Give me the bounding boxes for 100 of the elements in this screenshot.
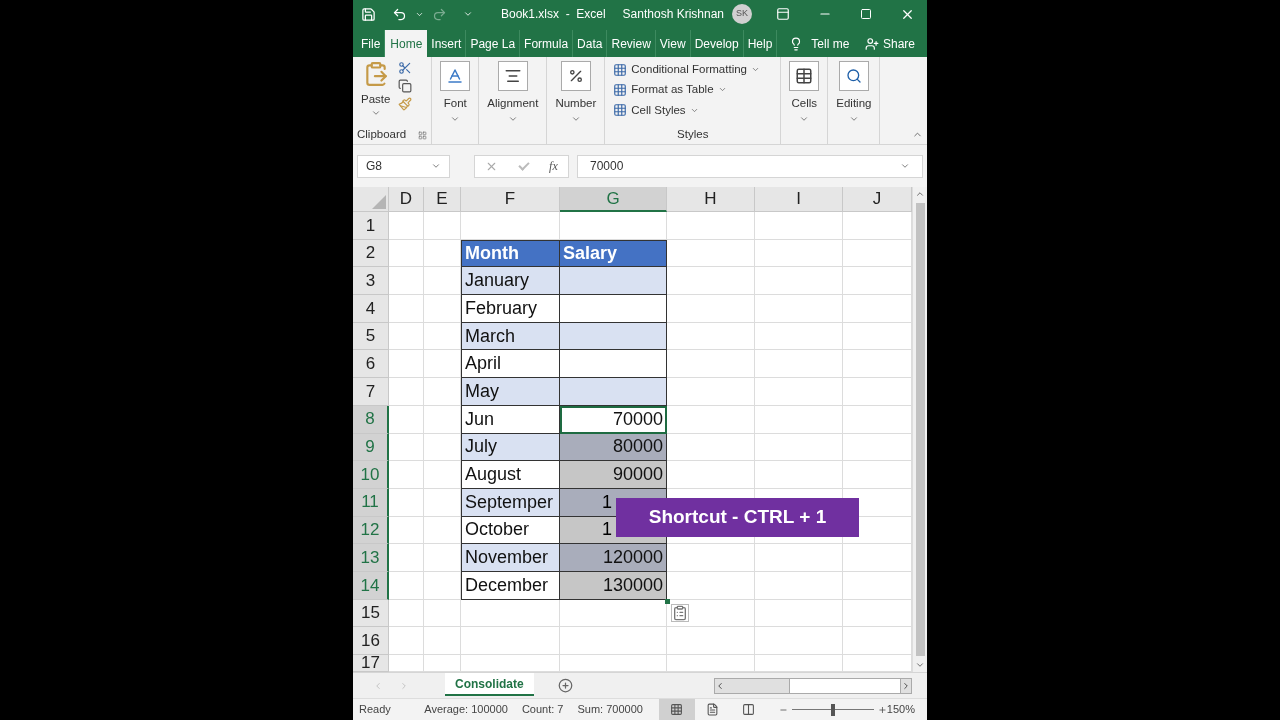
fill-handle[interactable] (665, 599, 670, 604)
launcher-icon[interactable] (418, 130, 428, 140)
normal-view-icon (670, 703, 684, 716)
save-icon[interactable] (361, 6, 376, 22)
table-cell: February (461, 295, 560, 323)
horizontal-scrollbar[interactable] (714, 678, 912, 694)
table-cell: August (461, 461, 560, 489)
insert-function-button[interactable]: fx (549, 157, 558, 175)
styles-icon (613, 62, 628, 77)
row-header[interactable]: 2 (353, 239, 389, 268)
column-header[interactable]: H (667, 187, 755, 212)
grid-cell[interactable] (560, 322, 667, 351)
styles-menu-button[interactable]: Conditional Formatting (613, 61, 773, 79)
sheet-tab[interactable]: Consolidate (445, 673, 534, 696)
cells-button[interactable]: Cells (781, 57, 828, 144)
zoom-thumb[interactable] (830, 703, 835, 716)
row-header[interactable]: 15 (353, 599, 389, 628)
styles-icon (613, 103, 628, 118)
status-sum: Sum: 700000 (577, 702, 643, 718)
tell-me-field[interactable]: Tell me (803, 30, 858, 57)
row-header[interactable]: 9 (353, 433, 389, 462)
grid-cell[interactable] (560, 378, 667, 406)
paste-button[interactable]: Paste (357, 57, 395, 126)
caret-icon (431, 161, 441, 171)
table-icon (795, 67, 814, 85)
row-header[interactable]: 1 (353, 212, 389, 240)
undo-icon[interactable] (392, 6, 407, 22)
next-sheet-icon[interactable] (399, 681, 409, 691)
row-header[interactable]: 12 (353, 516, 389, 545)
table-cell: Salary (560, 239, 667, 268)
status-text: Ready (359, 702, 392, 718)
grid-cell[interactable] (560, 267, 667, 296)
row-header[interactable]: 17 (353, 655, 389, 672)
row-header[interactable]: 7 (353, 378, 389, 406)
group-label: Styles (676, 127, 710, 142)
search-icon (845, 68, 862, 84)
table-cell: Septemper (461, 488, 560, 517)
vertical-scrollbar[interactable] (912, 187, 927, 672)
select-all-corner[interactable] (353, 187, 389, 212)
column-header[interactable]: E (424, 187, 461, 212)
scroll-left-icon[interactable] (715, 681, 725, 691)
styles-menu-button[interactable]: Format as Table (613, 81, 773, 99)
column-header[interactable]: G (560, 187, 667, 212)
row-header[interactable]: 5 (353, 322, 389, 351)
grid-cell[interactable] (560, 350, 667, 379)
row-header[interactable]: 8 (353, 405, 389, 434)
copy-icon[interactable] (398, 79, 413, 93)
table-cell: December (461, 571, 560, 600)
row-header[interactable]: 11 (353, 488, 389, 517)
maximize-icon[interactable] (860, 8, 872, 20)
scroll-up-icon[interactable] (915, 189, 925, 199)
row-header[interactable]: 16 (353, 627, 389, 655)
table-cell: April (461, 350, 560, 379)
table-cell: January (461, 267, 560, 296)
table-cell: May (461, 378, 560, 406)
row-header[interactable]: 13 (353, 544, 389, 572)
font-button[interactable]: Font (432, 57, 479, 144)
row-header[interactable]: 6 (353, 350, 389, 379)
editing-button[interactable]: Editing (828, 57, 880, 144)
user-name: Santhosh Krishnan (622, 6, 724, 23)
table-cell: 120000 (560, 544, 667, 572)
zoom-level[interactable]: 150% (886, 701, 915, 718)
zoom-in-icon[interactable] (877, 704, 887, 715)
scroll-down-icon[interactable] (915, 660, 925, 670)
styles-icon (613, 82, 628, 97)
row-header[interactable]: 14 (353, 571, 389, 600)
page-break-view-icon (742, 703, 756, 716)
normal-view-button[interactable] (658, 699, 695, 720)
page-layout-view-icon (706, 703, 720, 716)
grid-cell[interactable] (560, 295, 667, 323)
previous-sheet-icon[interactable] (373, 681, 383, 691)
expand-icon[interactable] (900, 161, 910, 171)
table-cell: 80000 (560, 433, 667, 462)
formula-field[interactable]: 70000 (577, 154, 923, 178)
number-button[interactable]: Number (547, 57, 605, 144)
user-avatar[interactable]: SK (732, 4, 752, 24)
zoom-slider[interactable] (791, 703, 874, 716)
column-header[interactable]: F (461, 187, 560, 212)
row-header[interactable]: 4 (353, 295, 389, 323)
column-header[interactable]: D (389, 187, 424, 212)
add-sheet-icon[interactable] (557, 678, 573, 693)
row-header[interactable]: 3 (353, 267, 389, 296)
customize-icon[interactable] (463, 9, 473, 19)
styles-menu-button[interactable]: Cell Styles (613, 101, 773, 119)
ribbon-tab[interactable]: Home (385, 30, 428, 57)
share-button[interactable]: Share (878, 30, 923, 57)
cut-icon[interactable] (398, 61, 413, 75)
scroll-right-icon[interactable] (901, 681, 911, 691)
align-center-icon (503, 67, 522, 85)
row-header[interactable]: 10 (353, 461, 389, 489)
table-cell: 70000 (560, 405, 667, 434)
column-header[interactable]: J (843, 187, 912, 212)
column-header[interactable]: I (755, 187, 843, 212)
alignment-button[interactable]: Alignment (479, 57, 547, 144)
window-title: Book1.xlsx - Excel (501, 6, 606, 23)
name-box[interactable]: G8 (357, 154, 450, 178)
paste-options-menu[interactable] (671, 604, 689, 622)
table-cell: Month (461, 239, 560, 268)
table-cell: 90000 (560, 461, 667, 489)
ribbon-display-icon[interactable] (776, 7, 790, 21)
